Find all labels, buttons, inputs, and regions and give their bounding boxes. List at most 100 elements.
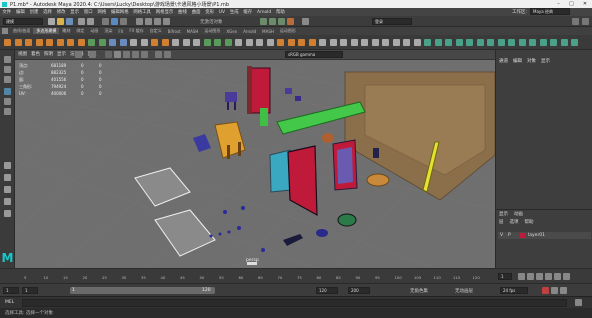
menu-item[interactable]: 生成 — [227, 9, 241, 15]
open-scene-icon[interactable] — [57, 18, 64, 25]
menu-item[interactable]: 选择 — [41, 9, 55, 15]
target-weld-shelf-icon[interactable] — [214, 39, 221, 46]
single-view-layout-icon[interactable] — [4, 162, 11, 169]
snap-plane-icon[interactable] — [163, 18, 170, 25]
menu-item[interactable]: 编辑 — [14, 9, 28, 15]
shelf-tab[interactable]: FX — [115, 29, 126, 34]
undo-icon[interactable] — [78, 18, 85, 25]
shadows-icon[interactable] — [141, 51, 148, 58]
paint-select-tool-icon[interactable] — [4, 76, 11, 83]
command-input[interactable] — [22, 299, 567, 307]
smooth-shade-icon[interactable] — [114, 51, 121, 58]
channel-box-menu-item[interactable]: 对象 — [527, 58, 536, 64]
wireframe-icon[interactable] — [105, 51, 112, 58]
align-shelf-icon[interactable] — [529, 39, 536, 46]
colorspace-dropdown[interactable]: sRGB gamma — [285, 51, 343, 58]
multi-cut-shelf-icon[interactable] — [203, 39, 211, 46]
shelf-tab[interactable]: 自定义 — [147, 28, 165, 34]
quad-draw-shelf-icon[interactable] — [224, 39, 232, 46]
snap-curve-icon[interactable] — [145, 18, 152, 25]
extract-shelf-icon[interactable] — [109, 39, 116, 46]
end-frame-field[interactable]: 120 — [316, 287, 338, 294]
layer-playback-toggle[interactable]: P — [508, 233, 511, 238]
attribute-editor-icon[interactable] — [582, 18, 589, 25]
new-scene-icon[interactable] — [48, 18, 55, 25]
rotate-tool-icon[interactable] — [4, 98, 11, 105]
shelf-tab[interactable]: 渲染 — [101, 28, 115, 34]
preferences-icon[interactable] — [560, 287, 567, 294]
snap-shelf-icon[interactable] — [518, 39, 526, 46]
render-settings-icon[interactable] — [278, 18, 285, 25]
four-view-layout-icon[interactable] — [4, 174, 11, 181]
animation-layer[interactable]: 无动画层 — [455, 288, 473, 294]
shelf-tab[interactable]: XGen — [223, 29, 240, 34]
pyramid-shelf-icon[interactable] — [77, 39, 85, 46]
snap-grid-icon[interactable] — [136, 18, 143, 25]
channel-box-menu-item[interactable]: 编辑 — [513, 58, 522, 64]
menu-item[interactable]: Arnold — [255, 10, 274, 15]
outliner-layout-icon[interactable] — [4, 186, 11, 193]
lasso-tool-icon[interactable] — [4, 66, 11, 73]
hypergraph-shelf-icon[interactable] — [497, 39, 505, 46]
node-editor-shelf-icon[interactable] — [508, 39, 515, 46]
menu-item[interactable]: 修改 — [54, 9, 68, 15]
conform-shelf-icon[interactable] — [361, 39, 368, 46]
collapse-shelf-icon[interactable] — [277, 39, 284, 46]
crease-shelf-icon[interactable] — [319, 39, 326, 46]
auto-uv-shelf-icon[interactable] — [403, 39, 410, 46]
viewport-menu-item[interactable]: 照明 — [44, 51, 53, 59]
layer-row[interactable]: V P layer01 — [498, 232, 591, 239]
snap-point-icon[interactable] — [154, 18, 161, 25]
menu-item[interactable]: 窗口 — [81, 9, 95, 15]
append-shelf-icon[interactable] — [182, 39, 190, 46]
max-frame-field[interactable]: 200 — [348, 287, 370, 294]
slide-edge-shelf-icon[interactable] — [256, 39, 263, 46]
select-by-object-icon[interactable] — [111, 18, 118, 25]
outliner-shelf-icon[interactable] — [487, 39, 494, 46]
cylindrical-uv-shelf-icon[interactable] — [382, 39, 389, 46]
disc-shelf-icon[interactable] — [67, 39, 74, 46]
menu-item[interactable]: UV — [216, 10, 227, 15]
mirror-shelf-icon[interactable] — [140, 39, 148, 46]
planar-uv-shelf-icon[interactable] — [371, 39, 379, 46]
wedge-shelf-icon[interactable] — [308, 39, 316, 46]
layer-menu-item[interactable]: 帮助 — [525, 219, 534, 225]
auto-key-icon[interactable] — [551, 287, 558, 294]
go-to-start-icon[interactable] — [518, 273, 525, 280]
channel-box-menu-item[interactable]: 通道 — [499, 58, 508, 64]
maximize-button[interactable]: □ — [565, 0, 578, 8]
shelf-tab[interactable]: 动画 — [87, 28, 101, 34]
minimize-button[interactable]: – — [552, 0, 565, 8]
menu-item[interactable]: 编辑网格 — [109, 9, 131, 15]
fill-hole-shelf-icon[interactable] — [193, 39, 200, 46]
layer-menu-item[interactable]: 层 — [499, 219, 504, 225]
fps-dropdown[interactable]: 24 fps — [500, 287, 528, 294]
parent-shelf-icon[interactable] — [550, 39, 557, 46]
cylinder-shelf-icon[interactable] — [25, 39, 32, 46]
center-pivot-shelf-icon[interactable] — [466, 39, 473, 46]
harden-shelf-icon[interactable] — [340, 39, 347, 46]
layout-shelf-icon[interactable] — [560, 39, 568, 46]
range-bar-handle[interactable]: 1 120 — [70, 287, 215, 294]
offset-edge-loop-shelf-icon[interactable] — [245, 39, 253, 46]
lighting-icon[interactable] — [132, 51, 139, 58]
shelf-tab[interactable]: 曲线/曲面 — [10, 28, 33, 34]
channel-box-menu-item[interactable]: 显示 — [541, 58, 550, 64]
select-by-component-icon[interactable] — [120, 18, 127, 25]
menu-set-dropdown[interactable]: 建模 — [3, 18, 43, 25]
merge-shelf-icon[interactable] — [266, 39, 274, 46]
freeze-shelf-icon[interactable] — [455, 39, 463, 46]
sphere-shelf-icon[interactable] — [4, 39, 11, 46]
scale-tool-icon[interactable] — [4, 108, 11, 115]
menu-item[interactable]: 网格工具 — [131, 9, 153, 15]
xray-icon[interactable] — [164, 51, 171, 58]
grid-toggle-icon[interactable] — [89, 51, 96, 58]
camera-attributes-icon[interactable] — [75, 51, 82, 58]
move-tool-icon[interactable] — [4, 88, 11, 95]
shelf-tab[interactable]: 运动图形 — [201, 28, 223, 34]
shelf-tab[interactable]: 运动图形 — [277, 28, 299, 34]
workspace-dropdown[interactable]: Maya 经典 — [530, 8, 570, 15]
shelf-tab[interactable]: Arnold — [240, 29, 259, 34]
history-shelf-icon[interactable] — [445, 39, 452, 46]
cube-shelf-icon[interactable] — [14, 39, 22, 46]
